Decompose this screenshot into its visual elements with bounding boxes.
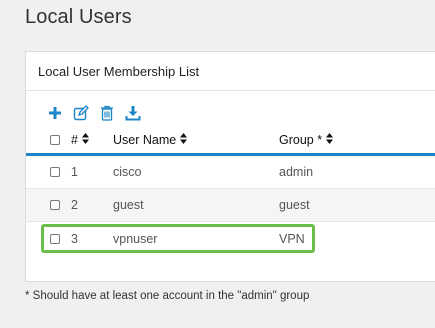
col-user-header[interactable]: User Name [113,132,279,147]
col-num-label: # [71,132,78,147]
row-user-name: guest [113,198,144,212]
footnote: * Should have at least one account in th… [25,290,310,302]
users-table: # User Name Group * 1 cisco admin 2 gues… [26,126,435,255]
table-toolbar [46,103,142,123]
col-group-header[interactable]: Group * [279,132,435,147]
membership-panel: Local User Membership List # User Name G… [25,51,435,282]
sort-icon [81,132,89,147]
table-row[interactable]: 1 cisco admin [26,156,435,189]
row-group: admin [279,165,314,179]
page-title: Local Users [25,6,132,28]
add-icon[interactable] [46,104,64,122]
row-num: 1 [71,165,78,179]
row-group: guest [279,198,310,212]
row-checkbox[interactable] [50,233,60,244]
sort-icon [180,132,188,147]
row-checkbox[interactable] [50,167,60,177]
table-header: # User Name Group * [26,126,435,156]
select-all-cell [26,134,71,145]
table-row[interactable]: 3 vpnuser VPN [26,222,435,255]
row-num: 2 [71,198,78,212]
col-num-header[interactable]: # [71,132,113,147]
row-checkbox[interactable] [50,200,60,210]
row-group: VPN [279,231,305,246]
select-all-checkbox[interactable] [50,134,60,145]
panel-header: Local User Membership List [26,52,435,91]
download-icon[interactable] [124,104,142,122]
col-group-label: Group * [279,132,323,147]
table-row[interactable]: 2 guest guest [26,189,435,222]
row-user-name: vpnuser [113,231,158,246]
panel-title: Local User Membership List [38,63,200,79]
row-num: 3 [71,231,78,246]
delete-icon[interactable] [98,104,116,122]
col-user-label: User Name [113,132,177,147]
sort-icon [326,132,334,147]
edit-icon[interactable] [72,104,90,122]
row-user-name: cisco [113,165,142,179]
